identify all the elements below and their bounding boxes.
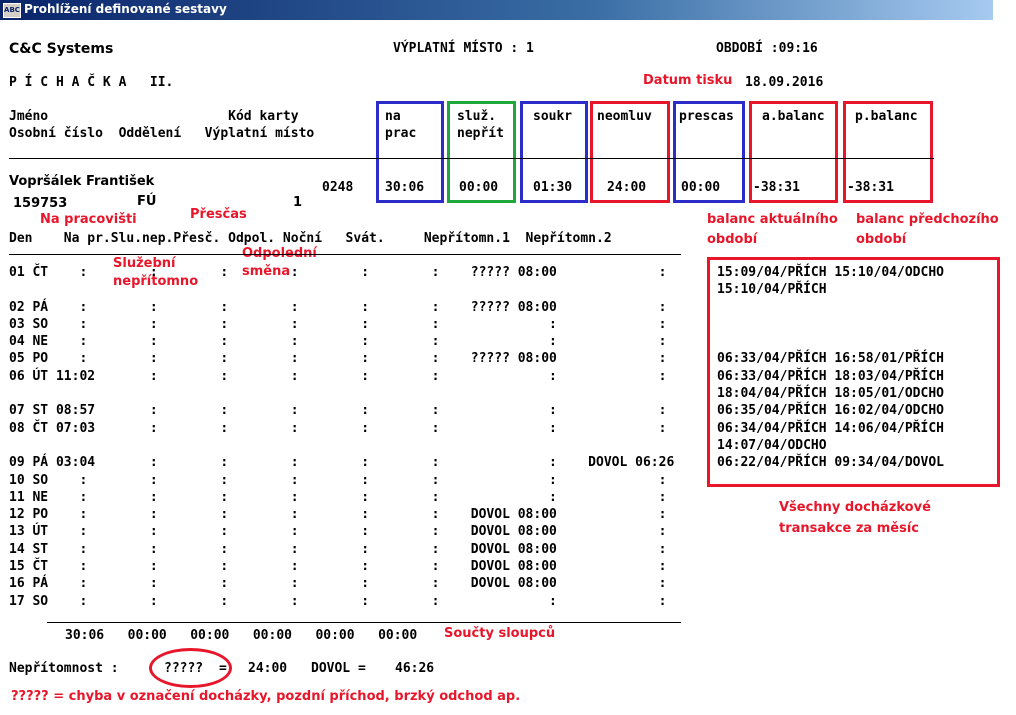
report-name: P Í C H A Č K A II. (9, 75, 174, 90)
day-row: 17 SO : : : : : : : : (9, 593, 667, 609)
box-soukr-label: soukr (533, 109, 573, 124)
day-row: 11 NE : : : : : : : : (9, 489, 667, 505)
transaction-row (717, 333, 944, 350)
window-title: Prohlížení definované sestavy (24, 2, 227, 16)
absence-label: Nepřítomnost : (9, 661, 119, 676)
day-row: 01 ČT : : : : : : ????? 08:00 : (9, 265, 667, 280)
print-date-value: 18.09.2016 (745, 75, 824, 90)
absence-code1: ????? (164, 661, 204, 676)
day-row: 04 NE : : : : : : : : (9, 334, 667, 350)
day-row: 02 PÁ : : : : : : ????? 08:00 : (9, 299, 667, 315)
transaction-row: 15:10/04/PŘÍCH (717, 282, 827, 298)
transaction-row: 06:33/04/PŘÍCH 18:03/04/PŘÍCH (717, 368, 944, 384)
transaction-row: 18:04/04/PŘÍCH 18:05/01/ODCHO (717, 386, 944, 402)
box-prescas-label: prescas (679, 109, 734, 124)
column-totals: 30:06 00:00 00:00 00:00 00:00 00:00 (65, 628, 418, 643)
box-a-balanc-label: a.balanc (762, 109, 825, 124)
company-name: C&C Systems (9, 41, 114, 57)
transaction-row: 14:07/04/ODCHO (717, 437, 827, 453)
transaction-row: 15:09/04/PŘÍCH 15:10/04/ODCHO (717, 265, 944, 280)
day-row (9, 385, 674, 402)
day-row: 03 SO : : : : : : : : (9, 316, 667, 332)
absence-value2: 46:26 (395, 661, 435, 676)
totals-line (47, 622, 681, 623)
annotation-chyba: ????? = chyba v označení docházky, pozdn… (11, 689, 521, 704)
employee-pay-point: 1 (293, 195, 303, 210)
day-table-header: Den Na pr.Slu.nep.Přesč. Odpol. Noční Sv… (9, 231, 612, 246)
column-header-row2: Osobní číslo Oddělení Výplatní místo (9, 126, 315, 141)
day-row: 07 ST 08:57 : : : : : : : (9, 403, 667, 419)
absence-value1: 24:00 (248, 661, 288, 676)
value-p-balanc: -38:31 (847, 180, 894, 195)
annotation-na-pracovisti: Na pracovišti (40, 212, 137, 227)
day-row: 15 ČT : : : : : : DOVOL 08:00 : (9, 559, 667, 575)
day-row (9, 281, 674, 298)
day-row (9, 437, 674, 454)
box-na-prac-label2: prac (385, 126, 417, 141)
day-row: 14 ST : : : : : : DOVOL 08:00 : (9, 541, 667, 557)
box-neomluv-label: neomluv (597, 109, 652, 124)
app-icon: ABC (3, 3, 21, 18)
annotation-balanc-aktualniho: balanc aktuálního (707, 212, 838, 227)
annotation-balanc-predchoziho: balanc předchozího (856, 212, 999, 227)
window-titlebar: ABC Prohlížení definované sestavy (0, 0, 993, 20)
transaction-row: 06:22/04/PŘÍCH 09:34/04/DOVOL (717, 455, 944, 471)
annotation-obdobi-2: období (856, 232, 907, 247)
annotation-prescas: Přesčas (190, 207, 247, 222)
day-row: 12 PO : : : : : : DOVOL 08:00 : (9, 507, 667, 523)
day-row: 10 SO : : : : : : : : (9, 472, 667, 488)
employee-personal-no: 159753 (13, 196, 68, 211)
box-sluz-label1: služ. (457, 109, 497, 124)
day-row: 09 PÁ 03:04 : : : : : : DOVOL 06:26 (9, 455, 675, 471)
employee-name: Vopršálek František (9, 174, 155, 189)
annotation-vsechny: Všechny docházkové (779, 500, 931, 515)
value-prescas: 00:00 (681, 180, 721, 195)
day-row: 16 PÁ : : : : : : DOVOL 08:00 : (9, 576, 667, 592)
value-soukr: 01:30 (533, 180, 573, 195)
day-row: 06 ÚT 11:02 : : : : : : : (9, 368, 667, 384)
transaction-row: 06:35/04/PŘÍCH 16:02/04/ODCHO (717, 403, 944, 419)
transaction-row: 06:33/04/PŘÍCH 16:58/01/PŘÍCH (717, 351, 944, 367)
transaction-row (717, 299, 944, 316)
value-neomluv: 24:00 (607, 180, 647, 195)
print-date-label: Datum tisku (643, 73, 733, 88)
annotation-soucty: Součty sloupců (444, 626, 556, 641)
box-p-balanc-label: p.balanc (855, 109, 918, 124)
value-a-balanc: -38:31 (753, 180, 800, 195)
annotation-obdobi-1: období (707, 232, 758, 247)
pay-point-header: VÝPLATNÍ MÍSTO : 1 (393, 41, 534, 56)
day-rows: 01 ČT : : : : : : ????? 08:00 : 02 PÁ : … (9, 264, 674, 610)
transactions-list: 15:09/04/PŘÍCH 15:10/04/ODCHO 15:10/04/PŘ… (717, 264, 944, 472)
annotation-transakce: transakce za měsíc (779, 521, 919, 536)
column-header-row1: Jméno Kód karty (9, 109, 299, 124)
box-na-prac-label1: na (385, 109, 401, 124)
transaction-row (717, 316, 944, 333)
absence-eq1: = (219, 661, 227, 676)
employee-card-code: 0248 (322, 180, 354, 195)
day-row: 05 PO : : : : : : ????? 08:00 : (9, 351, 667, 367)
period-header: OBDOBÍ :09:16 (716, 41, 818, 56)
box-sluz-label2: nepřít (457, 126, 504, 141)
header-separator (9, 158, 934, 159)
day-row: 13 ÚT : : : : : : DOVOL 08:00 : (9, 524, 667, 540)
day-row: 08 ČT 07:03 : : : : : : : (9, 420, 667, 436)
absence-code2: DOVOL = (311, 661, 366, 676)
value-na-prac: 30:06 (385, 180, 425, 195)
value-sluz-neprit: 00:00 (459, 180, 499, 195)
employee-department: FÚ (137, 194, 157, 209)
day-table-top-line (9, 254, 681, 255)
transaction-row: 06:34/04/PŘÍCH 14:06/04/PŘÍCH (717, 420, 944, 436)
